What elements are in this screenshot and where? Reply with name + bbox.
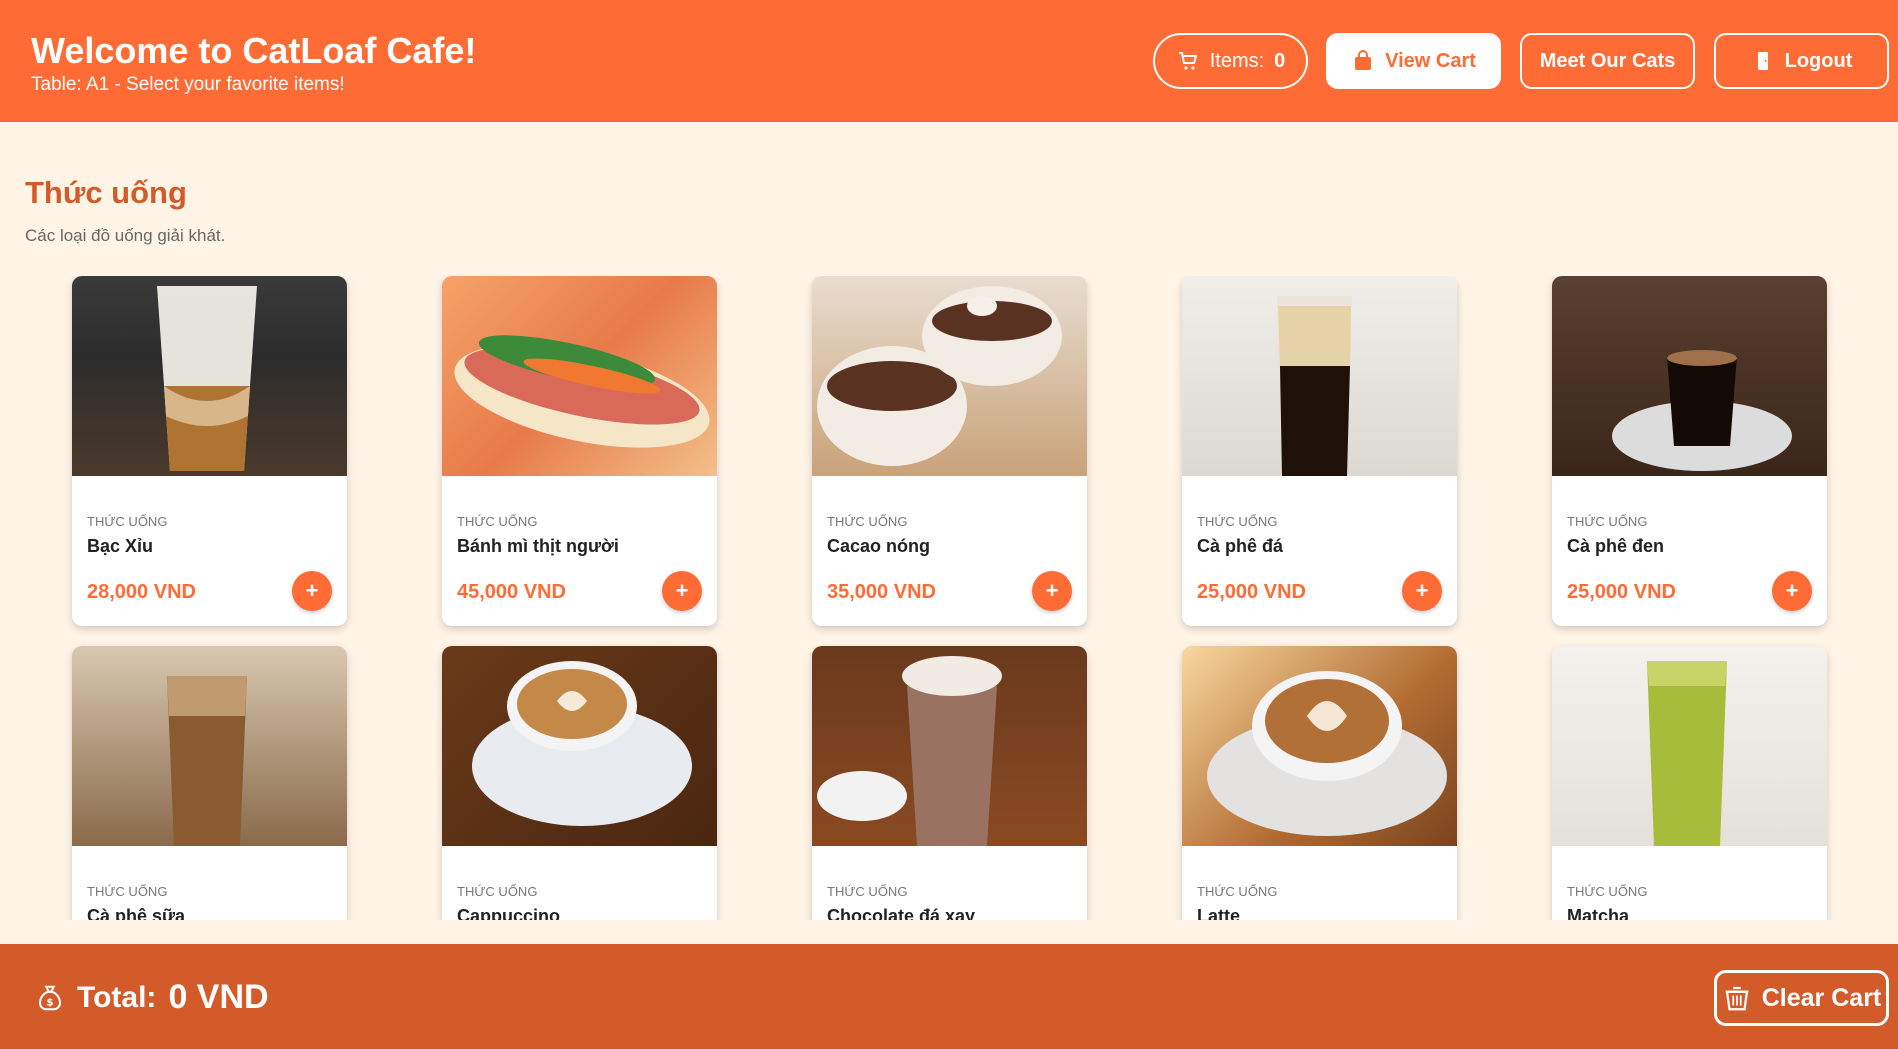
product-grid: THỨC UỐNG Bạc Xỉu 28,000 VND + THỨC UỐNG… <box>0 276 1898 920</box>
product-category: THỨC UỐNG <box>827 884 908 899</box>
product-image <box>72 276 347 476</box>
product-card[interactable]: THỨC UỐNG Cacao nóng 35,000 VND + <box>812 276 1087 626</box>
clear-cart-button[interactable]: Clear Cart <box>1714 970 1889 1026</box>
clear-cart-label: Clear Cart <box>1761 983 1882 1012</box>
logout-label: Logout <box>1784 49 1853 72</box>
product-category: THỨC UỐNG <box>457 514 538 529</box>
product-image <box>1182 646 1457 846</box>
product-category: THỨC UỐNG <box>1567 884 1648 899</box>
svg-text:$: $ <box>47 997 54 1008</box>
product-category: THỨC UỐNG <box>827 514 908 529</box>
add-to-cart-button[interactable]: + <box>1772 571 1812 611</box>
product-name: Cà phê đá <box>1197 536 1284 556</box>
product-category: THỨC UỐNG <box>1197 514 1278 529</box>
product-price: 45,000 VND <box>457 581 566 603</box>
product-image <box>1552 276 1827 476</box>
table-subtitle: Table: A1 - Select your favorite items! <box>31 74 345 95</box>
product-card[interactable]: THỨC UỐNG Cà phê sữa + <box>72 646 347 920</box>
items-label: Items: <box>1209 49 1265 72</box>
product-card[interactable]: THỨC UỐNG Bánh mì thịt người 45,000 VND … <box>442 276 717 626</box>
product-name: Cacao nóng <box>827 536 931 556</box>
product-image <box>812 276 1087 476</box>
product-price: 35,000 VND <box>827 581 936 603</box>
door-icon <box>1757 52 1768 70</box>
product-image <box>1182 276 1457 476</box>
cart-total: $ Total: 0 VND <box>35 978 269 1017</box>
app-header: Welcome to CatLoaf Cafe! Table: A1 - Sel… <box>0 0 1898 122</box>
product-image <box>812 646 1087 846</box>
view-cart-label: View Cart <box>1385 49 1476 72</box>
product-name: Cappuccino <box>457 906 561 920</box>
section-description: Các loại đồ uống giải khát. <box>25 226 226 245</box>
page-title: Welcome to CatLoaf Cafe! <box>31 30 477 71</box>
product-image <box>442 276 717 476</box>
product-category: THỨC UỐNG <box>457 884 538 899</box>
items-count-badge[interactable]: Items: 0 <box>1153 33 1308 89</box>
add-to-cart-button[interactable]: + <box>662 571 702 611</box>
product-price: 28,000 VND <box>87 581 196 603</box>
product-price: 25,000 VND <box>1197 581 1306 603</box>
product-card[interactable]: THỨC UỐNG Chocolate đá xay + <box>812 646 1087 920</box>
product-card[interactable]: THỨC UỐNG Cà phê đá 25,000 VND + <box>1182 276 1457 626</box>
brand: Welcome to CatLoaf Cafe! Table: A1 - Sel… <box>31 30 476 96</box>
product-card[interactable]: THỨC UỐNG Cà phê đen 25,000 VND + <box>1552 276 1827 626</box>
product-category: THỨC UỐNG <box>87 884 168 899</box>
product-category: THỨC UỐNG <box>1567 514 1648 529</box>
add-to-cart-button[interactable]: + <box>1402 571 1442 611</box>
product-price: 25,000 VND <box>1567 581 1676 603</box>
shopping-bag-icon <box>1355 50 1372 70</box>
money-bag-icon: $ <box>38 985 62 1010</box>
logout-button[interactable]: Logout <box>1714 33 1889 89</box>
cart-footer: $ Total: 0 VND Clear Cart <box>0 944 1898 1049</box>
product-name: Latte <box>1197 906 1241 920</box>
add-to-cart-button[interactable]: + <box>292 571 332 611</box>
meet-cats-button[interactable]: Meet Our Cats <box>1520 33 1695 89</box>
total-value: 0 VND <box>168 978 269 1016</box>
total-label: Total: <box>77 980 157 1014</box>
shopping-cart-icon <box>1178 52 1198 70</box>
product-image <box>1552 646 1827 846</box>
product-card[interactable]: THỨC UỐNG Latte + <box>1182 646 1457 920</box>
product-category: THỨC UỐNG <box>87 514 168 529</box>
product-category: THỨC UỐNG <box>1197 884 1278 899</box>
product-name: Bánh mì thịt người <box>457 536 619 556</box>
product-image <box>72 646 347 846</box>
trash-basket-icon <box>1725 986 1749 1011</box>
product-card[interactable]: THỨC UỐNG Matcha + <box>1552 646 1827 920</box>
product-image <box>442 646 717 846</box>
product-name: Cà phê sữa <box>87 906 186 920</box>
product-name: Chocolate đá xay <box>827 906 976 920</box>
section-title: Thức uống <box>25 175 187 210</box>
product-name: Bạc Xỉu <box>87 536 154 556</box>
meet-cats-label: Meet Our Cats <box>1539 49 1676 72</box>
add-to-cart-button[interactable]: + <box>1032 571 1072 611</box>
product-name: Cà phê đen <box>1567 536 1665 556</box>
items-count: 0 <box>1274 49 1286 72</box>
product-card[interactable]: THỨC UỐNG Bạc Xỉu 28,000 VND + <box>72 276 347 626</box>
product-name: Matcha <box>1567 906 1630 920</box>
product-card[interactable]: THỨC UỐNG Cappuccino + <box>442 646 717 920</box>
view-cart-button[interactable]: View Cart <box>1326 33 1501 89</box>
